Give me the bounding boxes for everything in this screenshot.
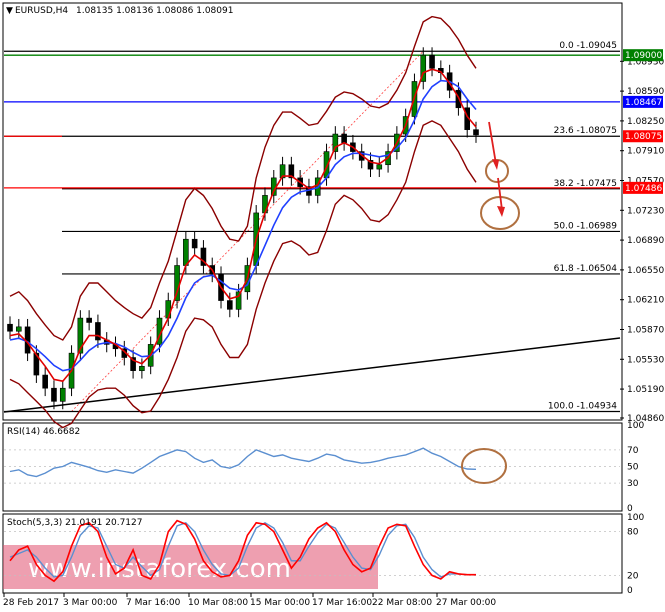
forecast-arrow (497, 177, 503, 211)
rsi-axis-label: 70 (627, 446, 639, 456)
time-axis-label: 28 Feb 2017 (3, 598, 59, 608)
time-axis-label: 10 Mar 08:00 (188, 598, 248, 608)
arrow-head-icon (497, 206, 505, 217)
price-tag-label: 1.09000 (625, 51, 662, 61)
time-axis-label: 17 Mar 16:00 (312, 598, 372, 608)
fib-level-label: 23.6 -1.08075 (554, 126, 617, 136)
price-axis-label: 1.04860 (627, 414, 664, 424)
candle-body[interactable] (183, 238, 189, 266)
target-ellipse (480, 196, 520, 230)
fib-level-label: 50.0 -1.06989 (554, 221, 618, 231)
price-tag-label: 1.08467 (625, 98, 662, 108)
candle-body[interactable] (376, 164, 383, 170)
price-axis-label: 1.08250 (627, 117, 664, 127)
time-axis-label: 3 Mar 00:00 (63, 598, 118, 608)
bollinger-upper-line (9, 15, 477, 341)
trend-line (3, 337, 621, 413)
rsi-panel-frame (2, 422, 623, 512)
candle-body[interactable] (7, 323, 13, 332)
collapse-triangle-icon[interactable]: ▼ (6, 6, 13, 16)
symbol-label: EURUSD,H4 (15, 6, 68, 16)
stoch-title: Stoch(5,3,3) 21.0191 20.7127 (7, 518, 142, 528)
candle-body[interactable] (51, 387, 57, 402)
candle-body[interactable] (227, 300, 233, 310)
candle-body[interactable] (341, 133, 347, 144)
time-axis-label: 7 Mar 16:00 (126, 598, 181, 608)
time-axis-label: 27 Mar 00:00 (436, 598, 496, 608)
rsi-axis-label: 30 (627, 479, 639, 489)
price-tag-label: 1.07486 (625, 184, 662, 194)
candle-body[interactable] (191, 238, 198, 249)
time-axis-label: 22 Mar 08:00 (372, 598, 432, 608)
arrow-head-icon (492, 159, 499, 170)
price-axis-label: 1.05870 (627, 325, 664, 335)
main-panel-frame (2, 2, 623, 421)
candle-body[interactable] (429, 54, 435, 69)
price-axis-label: 1.05190 (627, 385, 664, 395)
rsi-line (9, 447, 477, 478)
candle-body[interactable] (473, 129, 479, 136)
price-axis-label: 1.06890 (627, 236, 664, 246)
price-axis-label: 1.07910 (627, 147, 664, 157)
time-axis: 28 Feb 2017 3 Mar 00:00 7 Mar 16:00 10 Mar … (3, 593, 496, 608)
price-axis-label: 1.07230 (627, 206, 664, 216)
stoch-axis-label: 20 (627, 571, 639, 581)
chart-canvas[interactable]: www.instaforex.com 0.0 -1.0904523.6 -1.0… (0, 0, 665, 612)
chart-window: www.instaforex.com 0.0 -1.09045 23.6 -1.0… (0, 0, 665, 612)
price-axis-label: 1.06210 (627, 296, 664, 306)
stoch-axis-label: 0 (627, 586, 633, 596)
rsi-title: RSI(14) 46.6682 (7, 427, 80, 437)
ohlc-values: 1.08135 1.08136 1.08086 1.08091 (76, 6, 233, 16)
rsi-ellipse (461, 448, 507, 484)
forecast-arrow (488, 121, 497, 165)
candle-body[interactable] (86, 317, 92, 323)
fib-level-label: 100.0 -1.04934 (548, 402, 617, 412)
price-tag-label: 1.08075 (625, 132, 662, 142)
rsi-plot: 1007050300 (4, 421, 644, 514)
fib-level-label: 0.0 -1.09045 (559, 41, 617, 51)
price-axis: 1.089301.085901.082501.079101.075701.072… (620, 49, 664, 424)
price-axis-label: 1.08590 (627, 87, 664, 97)
main-price-plot: 0.0 -1.0904523.6 -1.0807538.2 -1.0747550… (3, 15, 621, 429)
time-axis-label: 15 Mar 00:00 (250, 598, 310, 608)
price-axis-label: 1.06550 (627, 266, 664, 276)
stoch-axis-label: 100 (627, 513, 644, 523)
stoch-axis-label: 80 (627, 528, 639, 538)
candle-body[interactable] (42, 374, 48, 389)
fib-level-label: 61.8 -1.06504 (554, 264, 618, 274)
price-axis-label: 1.05530 (627, 355, 664, 365)
candle-body[interactable] (59, 387, 66, 402)
rsi-axis-label: 50 (627, 463, 639, 473)
candle-body[interactable] (15, 326, 22, 332)
candle-body[interactable] (139, 365, 145, 371)
